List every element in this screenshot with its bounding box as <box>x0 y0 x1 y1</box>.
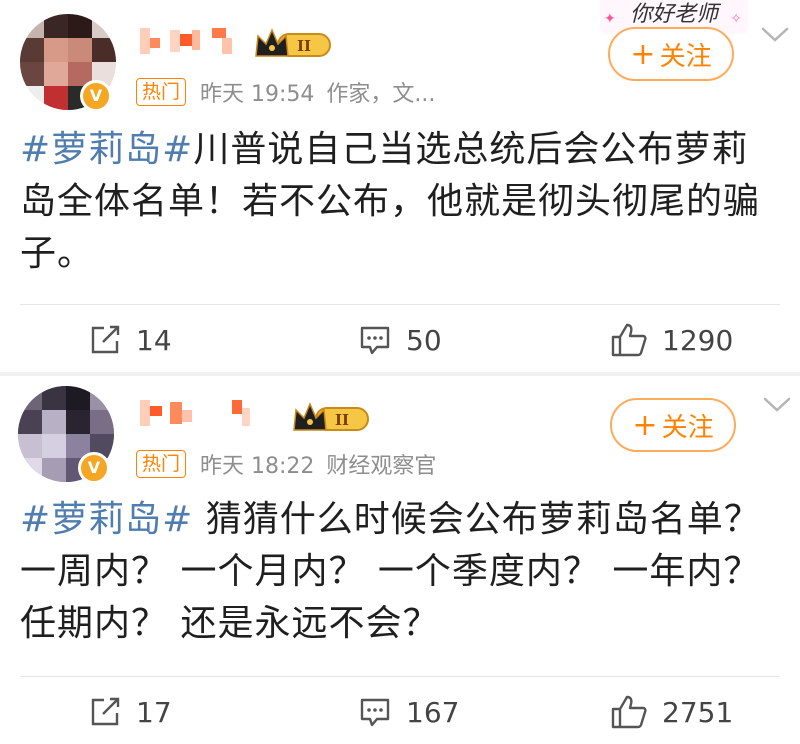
like-count: 1290 <box>662 323 734 357</box>
crown-level-icon: II <box>290 400 372 436</box>
repost-count: 14 <box>136 323 172 357</box>
repost-icon <box>91 325 120 354</box>
post-meta: 热门 昨天 19:54 作家，文... <box>136 76 435 108</box>
sparkle-icon: ✦ <box>604 11 616 27</box>
follow-button[interactable]: + 关注 <box>610 398 736 452</box>
divider <box>20 676 780 677</box>
sparkle-icon: ✧ <box>730 11 742 27</box>
post-content: #萝莉岛#川普说自己当选总统后会公布萝莉岛全体名单！若不公布，他就是彻头彻尾的骗… <box>20 124 780 280</box>
action-bar: 14 50 1290 <box>0 310 800 370</box>
post-content: #萝莉岛# 猜猜什么时候会公布萝莉岛名单？一周内？ 一个月内？ 一个季度内？ 一… <box>20 494 780 650</box>
chevron-down-icon[interactable] <box>762 396 792 414</box>
post-meta: 热门 昨天 18:22 财经观察官 <box>136 448 436 480</box>
repost-button[interactable]: 14 <box>88 310 172 370</box>
hot-tag: 热门 <box>136 450 187 478</box>
repost-button[interactable]: 17 <box>88 682 172 742</box>
weibo-post: V II 热门 昨天 19:54 作家，文... ✦ 你好老师 ✧ + 关注 #… <box>0 0 800 372</box>
username-redacted[interactable] <box>136 396 286 430</box>
comment-count: 50 <box>406 323 442 357</box>
weibo-post: V II 热门 昨天 18:22 财经观察官 + 关注 #萝莉岛# 猜猜什么时候… <box>0 376 800 744</box>
action-bar: 17 167 2751 <box>0 682 800 742</box>
crown-level-icon: II <box>252 26 334 62</box>
divider <box>20 304 780 305</box>
topic-link[interactable]: #萝莉岛# <box>20 499 193 540</box>
comment-button[interactable]: 167 <box>358 682 459 742</box>
verified-badge-icon: V <box>80 80 112 112</box>
comment-count: 167 <box>406 695 460 729</box>
repost-count: 17 <box>136 695 172 729</box>
like-icon <box>611 323 647 357</box>
hot-tag: 热门 <box>136 78 187 106</box>
like-button[interactable]: 2751 <box>610 682 733 742</box>
sticker-text: 你好老师 <box>629 2 718 27</box>
svg-text:II: II <box>297 37 311 55</box>
username-redacted[interactable] <box>136 24 246 58</box>
chevron-down-icon[interactable] <box>760 26 790 44</box>
comment-icon <box>360 326 390 355</box>
topic-link[interactable]: #萝莉岛# <box>20 129 193 170</box>
like-icon <box>611 695 647 729</box>
like-count: 2751 <box>662 695 734 729</box>
repost-icon <box>91 697 120 726</box>
post-source: 作家，文... <box>326 82 436 107</box>
comment-button[interactable]: 50 <box>358 310 442 370</box>
post-source: 财经观察官 <box>326 454 437 479</box>
post-time: 昨天 18:22 <box>200 454 315 479</box>
svg-text:II: II <box>335 411 349 429</box>
comment-icon <box>360 698 390 727</box>
verified-badge-icon: V <box>78 452 110 484</box>
like-button[interactable]: 1290 <box>610 310 733 370</box>
follow-button[interactable]: + 关注 <box>608 27 734 81</box>
post-time: 昨天 19:54 <box>200 82 315 107</box>
